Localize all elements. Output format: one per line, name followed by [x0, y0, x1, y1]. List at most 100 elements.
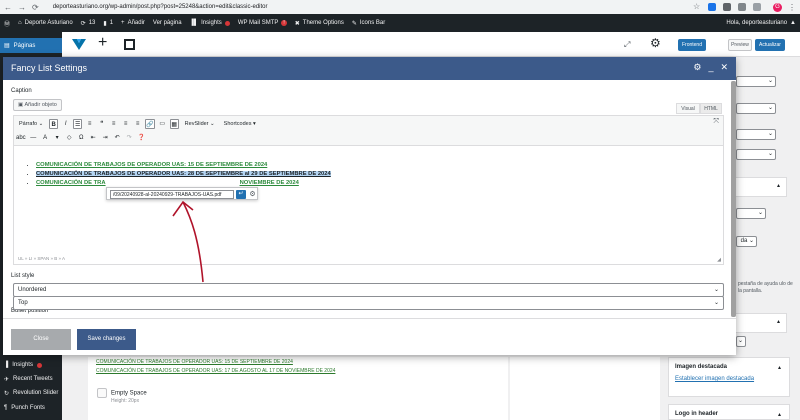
- side-select[interactable]: ⌄: [736, 208, 766, 219]
- updates-link[interactable]: ⟳ 13: [81, 20, 96, 27]
- update-button[interactable]: Actualizar: [755, 39, 785, 51]
- numbered-list-icon[interactable]: ≡: [85, 119, 94, 129]
- reload-icon[interactable]: ⟳: [32, 3, 39, 12]
- link-settings-icon[interactable]: ⚙: [248, 190, 257, 199]
- editor-content[interactable]: COMUNICACIÓN DE TRABAJOS DE OPERADOR UAS…: [14, 147, 723, 254]
- page-attribute-select[interactable]: ⌄: [736, 149, 776, 160]
- extension-icon[interactable]: [723, 3, 731, 11]
- content-link[interactable]: COMUNICACIÓN DE TRABAJOS DE OPERADOR UAS…: [96, 359, 508, 365]
- fullscreen-icon[interactable]: ⤧: [713, 118, 719, 126]
- outdent-icon[interactable]: ⇤: [89, 133, 98, 143]
- download-icon[interactable]: [753, 3, 761, 11]
- frontend-button[interactable]: Frontend: [678, 39, 706, 51]
- modal-scrollbar[interactable]: [731, 81, 736, 317]
- extension-icons: ☆: [693, 3, 761, 11]
- smtp-link[interactable]: WP Mail SMTP!: [238, 20, 287, 26]
- undo-icon[interactable]: ↶: [113, 133, 122, 143]
- caption-label: Caption: [11, 88, 32, 94]
- close-icon[interactable]: ✕: [720, 62, 728, 73]
- sidebar-item-punch-fonts[interactable]: ¶ Punch Fonts: [0, 402, 62, 414]
- read-more-icon[interactable]: ▭: [158, 119, 167, 129]
- scrollbar-thumb[interactable]: [731, 81, 736, 317]
- set-featured-image-link[interactable]: Establecer imagen destacada: [669, 376, 789, 388]
- list-style-select[interactable]: Unordered ⌄: [13, 283, 724, 297]
- format-select[interactable]: Párrafo ⌄: [16, 119, 46, 129]
- shortcodes-select[interactable]: Shortcodes ▾: [221, 119, 259, 129]
- close-button[interactable]: Close: [11, 329, 71, 350]
- fullscreen-icon[interactable]: ⤢: [624, 40, 630, 50]
- italic-icon[interactable]: I: [61, 119, 70, 129]
- sidebar-item-insights[interactable]: ▐ Insights: [0, 359, 62, 371]
- bullet-position-select[interactable]: Top ⌄: [13, 296, 724, 310]
- revslider-select[interactable]: RevSlider ⌄: [182, 119, 218, 129]
- profile-avatar[interactable]: G: [773, 2, 782, 12]
- save-changes-button[interactable]: Save changes: [77, 329, 136, 350]
- account-link[interactable]: Hola, deporteasturiano ▲: [726, 20, 796, 26]
- icons-bar-link[interactable]: ✎ Icons Bar: [352, 20, 385, 27]
- help-icon[interactable]: ❓: [137, 133, 146, 143]
- document-link[interactable]: COMUNICACIÓN DE TRABAJOS DE OPERADOR UAS…: [36, 162, 267, 168]
- caret-up-icon[interactable]: ▴: [777, 318, 780, 325]
- document-link[interactable]: NOVIEMBRE DE 2024: [240, 180, 299, 186]
- align-left-icon[interactable]: ≡: [109, 119, 118, 129]
- text-color-icon[interactable]: A: [41, 133, 50, 143]
- tab-visual[interactable]: Visual: [676, 103, 700, 114]
- clear-formatting-icon[interactable]: ◇: [65, 133, 74, 143]
- bold-icon[interactable]: B: [49, 119, 59, 129]
- comments-link[interactable]: ▮ 1: [103, 20, 113, 27]
- menu-icon[interactable]: ⋮: [788, 3, 796, 12]
- special-char-icon[interactable]: Ω: [77, 133, 86, 143]
- layout-icon[interactable]: [124, 39, 135, 50]
- resize-handle-icon[interactable]: ◢: [717, 257, 721, 263]
- forward-icon[interactable]: →: [18, 3, 26, 12]
- indent-icon[interactable]: ⇥: [101, 133, 110, 143]
- settings-gear-icon[interactable]: ⚙: [650, 36, 661, 50]
- add-new-link[interactable]: + Añadir: [121, 20, 145, 26]
- sidebar-item-pages[interactable]: ▤ Páginas: [0, 38, 62, 53]
- empty-space-element[interactable]: Empty Space Height: 20px: [97, 388, 147, 404]
- align-center-icon[interactable]: ≡: [121, 119, 130, 129]
- minimize-icon[interactable]: _: [708, 62, 713, 73]
- toolbar-toggle-icon[interactable]: ▦: [169, 119, 179, 129]
- caret-up-icon[interactable]: ▴: [777, 182, 780, 189]
- document-link[interactable]: COMUNICACIÓN DE TRA: [36, 180, 106, 186]
- horizontal-line-icon[interactable]: —: [29, 133, 38, 143]
- content-link[interactable]: COMUNICACIÓN DE TRABAJOS DE OPERADOR UAS…: [96, 368, 508, 374]
- address-bar[interactable]: deporteasturiano.org/wp-admin/post.php?p…: [53, 4, 687, 10]
- caret-up-icon[interactable]: ▴: [778, 364, 781, 371]
- plus-icon: +: [121, 20, 125, 26]
- document-link[interactable]: COMUNICACIÓN DE TRABAJOS DE OPERADOR UAS…: [36, 171, 331, 177]
- page-attribute-select[interactable]: ⌄: [736, 76, 776, 87]
- star-icon[interactable]: ☆: [693, 3, 701, 11]
- paste-text-icon[interactable]: ▾: [53, 133, 62, 143]
- page-attribute-select[interactable]: ⌄: [736, 103, 776, 114]
- side-select[interactable]: ⌄: [736, 336, 746, 347]
- add-element-icon[interactable]: +: [98, 34, 107, 52]
- insights-link[interactable]: ▐▌ Insights: [190, 20, 230, 26]
- tab-html[interactable]: HTML: [700, 103, 722, 114]
- add-media-button[interactable]: ▣ Añadir objeto: [13, 99, 62, 111]
- puzzle-icon[interactable]: [738, 3, 746, 11]
- redo-icon[interactable]: ↷: [125, 133, 134, 143]
- page-attribute-select[interactable]: ⌄: [736, 129, 776, 140]
- extension-icon[interactable]: [708, 3, 716, 11]
- bullet-list-icon[interactable]: ☰: [73, 119, 83, 129]
- wordpress-logo-icon[interactable]: Ⓦ: [4, 19, 10, 28]
- theme-options-link[interactable]: ✖ Theme Options: [295, 20, 344, 27]
- blockquote-icon[interactable]: ❝: [97, 119, 106, 129]
- builder-logo-icon[interactable]: [72, 37, 86, 51]
- caret-up-icon[interactable]: ▴: [778, 411, 781, 418]
- back-icon[interactable]: ←: [4, 3, 12, 12]
- site-name-link[interactable]: ⌂ Deporte Asturiano: [18, 20, 73, 26]
- strikethrough-icon[interactable]: abc: [16, 133, 26, 143]
- settings-gear-icon[interactable]: ⚙: [693, 62, 701, 73]
- sidebar-item-recent-tweets[interactable]: ✈ Recent Tweets: [0, 373, 62, 385]
- align-right-icon[interactable]: ≡: [133, 119, 142, 129]
- insert-link-icon[interactable]: 🔗: [145, 119, 155, 129]
- help-text: pestaña de ayuda ulo de la pantalla.: [738, 281, 793, 294]
- preview-button[interactable]: Preview: [728, 39, 752, 51]
- view-page-link[interactable]: Ver página: [153, 20, 182, 26]
- side-select[interactable]: da ⌄: [736, 236, 757, 247]
- sidebar-item-revolution-slider[interactable]: ↻ Revolution Slider: [0, 387, 62, 399]
- apply-link-button[interactable]: ↵: [236, 190, 246, 199]
